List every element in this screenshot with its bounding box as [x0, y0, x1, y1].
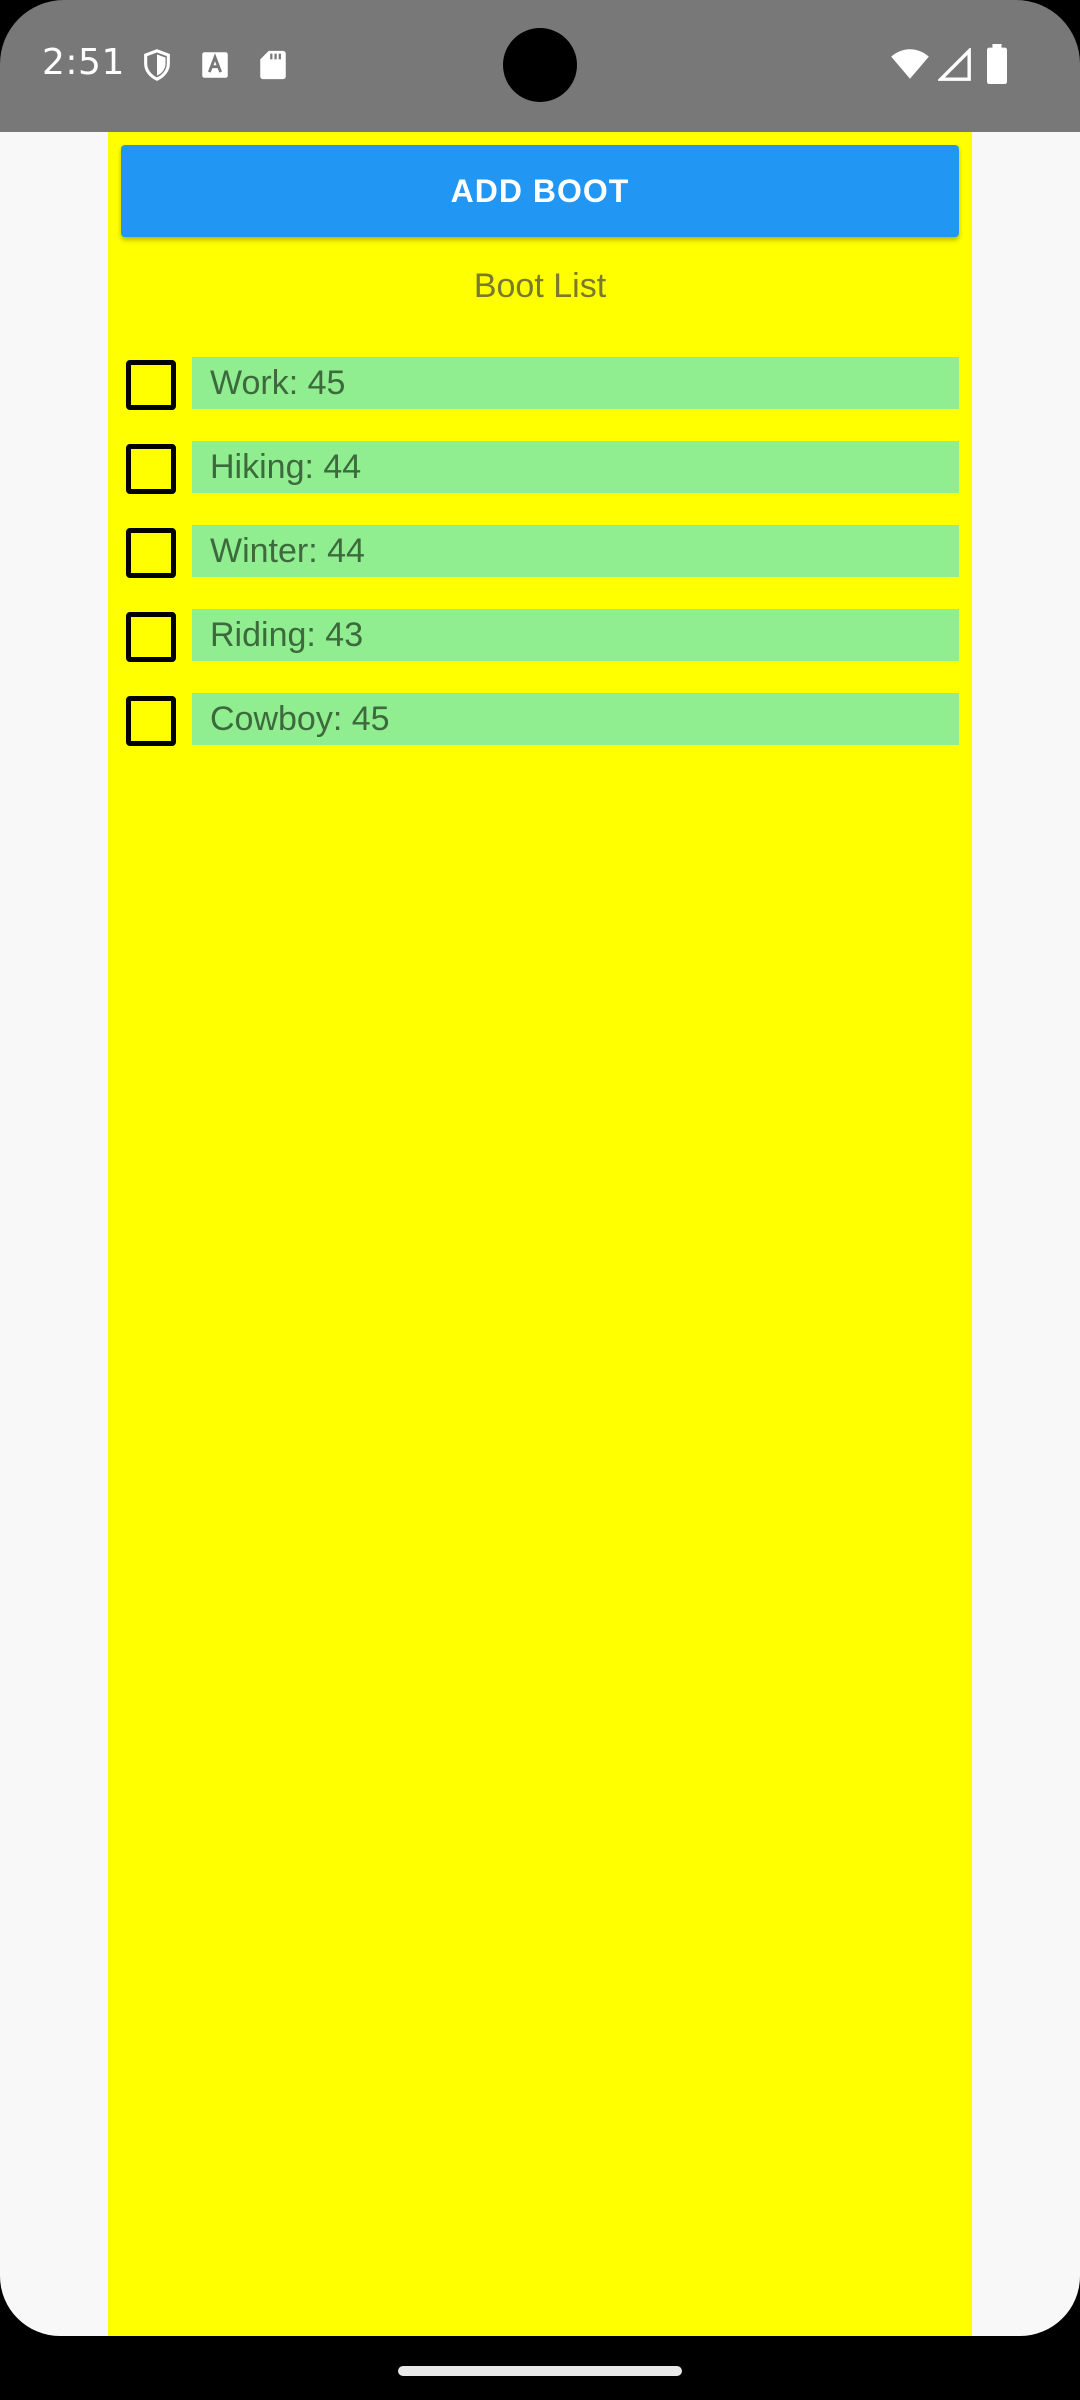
item-checkbox[interactable] [126, 696, 176, 746]
camera-cutout [503, 28, 577, 102]
phone-screen: 2:51 ADD BOOT Boot List Work: 45 Hiking:… [0, 0, 1080, 2400]
list-item: Work: 45 [108, 357, 972, 413]
sd-card-icon [256, 48, 290, 82]
item-checkbox[interactable] [126, 612, 176, 662]
item-checkbox[interactable] [126, 360, 176, 410]
list-item: Winter: 44 [108, 525, 972, 581]
home-indicator[interactable] [398, 2366, 682, 2376]
text-a-icon [198, 48, 232, 82]
item-label: Cowboy: 45 [192, 693, 959, 745]
item-checkbox[interactable] [126, 444, 176, 494]
cell-signal-icon [936, 46, 972, 82]
list-item: Hiking: 44 [108, 441, 972, 497]
list-item: Cowboy: 45 [108, 693, 972, 749]
status-bar: 2:51 [0, 0, 1080, 132]
content-panel: ADD BOOT Boot List Work: 45 Hiking: 44 W… [108, 132, 972, 2336]
status-time: 2:51 [42, 42, 125, 83]
shield-icon [140, 48, 174, 82]
item-checkbox[interactable] [126, 528, 176, 578]
app-area: ADD BOOT Boot List Work: 45 Hiking: 44 W… [0, 132, 1080, 2336]
list-title: Boot List [473, 267, 607, 305]
wifi-icon [890, 46, 930, 82]
item-label: Riding: 43 [192, 609, 959, 661]
item-label: Hiking: 44 [192, 441, 959, 493]
item-label: Work: 45 [192, 357, 959, 409]
item-label: Winter: 44 [192, 525, 959, 577]
battery-icon [986, 44, 1008, 84]
add-boot-button[interactable]: ADD BOOT [121, 145, 959, 237]
navigation-bar [0, 2336, 1080, 2400]
list-item: Riding: 43 [108, 609, 972, 665]
